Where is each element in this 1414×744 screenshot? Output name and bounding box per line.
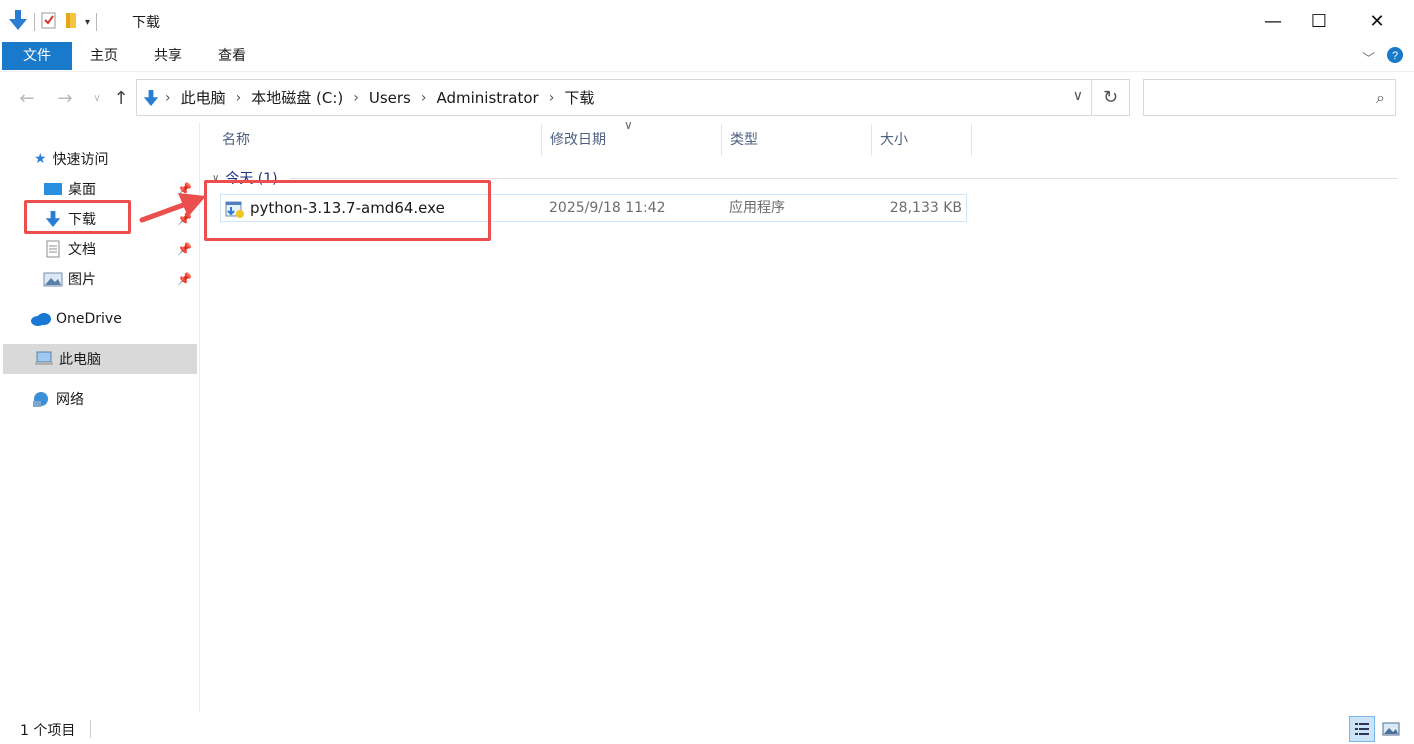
nav-onedrive-label: OneDrive xyxy=(56,311,122,327)
breadcrumb-local-disk[interactable]: 本地磁盘 (C:) xyxy=(247,87,347,108)
maximize-icon: ☐ xyxy=(1310,10,1328,32)
nav-this-pc-label: 此电脑 xyxy=(59,352,101,368)
expand-ribbon-icon[interactable]: ﹀ xyxy=(1362,48,1375,67)
tab-view[interactable]: 查看 xyxy=(202,42,262,70)
customize-toolbar-dropdown-icon[interactable]: ▾ xyxy=(85,17,90,28)
up-button[interactable]: ↑ xyxy=(108,84,134,112)
star-icon: ★ xyxy=(34,151,47,167)
details-view-button[interactable] xyxy=(1349,716,1375,742)
column-header-type[interactable]: 类型 xyxy=(722,124,872,156)
file-modified: 2025/9/18 11:42 xyxy=(549,200,666,216)
properties-icon[interactable] xyxy=(41,11,57,33)
onedrive-cloud-icon xyxy=(30,312,52,326)
pictures-icon xyxy=(42,272,64,287)
pin-icon[interactable]: 📌 xyxy=(177,242,192,256)
document-icon xyxy=(42,240,64,258)
nav-item-pictures[interactable]: 图片 📌 xyxy=(42,264,196,294)
chevron-down-icon: ∨ xyxy=(93,92,101,104)
desktop-icon xyxy=(42,182,64,196)
quick-access-toolbar: ▾ xyxy=(8,9,98,35)
download-arrow-icon xyxy=(137,89,159,107)
back-arrow-icon: ← xyxy=(19,87,35,109)
status-separator xyxy=(90,720,91,738)
details-view-icon xyxy=(1355,723,1369,735)
breadcrumb-chevron-icon[interactable]: › xyxy=(415,90,433,106)
toolbar-separator xyxy=(34,13,35,31)
new-folder-icon[interactable] xyxy=(63,11,79,33)
nav-quick-access[interactable]: ★ 快速访问 xyxy=(34,144,194,174)
nav-onedrive[interactable]: OneDrive xyxy=(30,304,196,334)
refresh-button[interactable]: ↻ xyxy=(1092,79,1130,116)
breadcrumb-chevron-icon[interactable]: › xyxy=(543,90,561,106)
up-arrow-icon: ↑ xyxy=(113,87,129,109)
ribbon: 文件 主页 共享 查看 ﹀ ? xyxy=(0,42,1414,72)
breadcrumb-users[interactable]: Users xyxy=(365,89,415,107)
group-divider xyxy=(290,178,1398,179)
nav-item-label: 图片 xyxy=(68,272,96,288)
back-button[interactable]: ← xyxy=(14,84,40,112)
breadcrumb-this-pc[interactable]: 此电脑 xyxy=(177,87,230,108)
help-icon[interactable]: ? xyxy=(1386,46,1404,68)
annotation-highlight-downloads xyxy=(24,200,131,234)
close-button[interactable]: ✕ xyxy=(1354,0,1400,42)
tab-file[interactable]: 文件 xyxy=(2,42,72,70)
forward-button[interactable]: → xyxy=(52,84,78,112)
item-count: 1 个项目 xyxy=(20,723,76,739)
forward-arrow-icon: → xyxy=(57,87,73,109)
annotation-highlight-file xyxy=(204,180,491,241)
file-type: 应用程序 xyxy=(729,200,785,216)
address-history-dropdown-icon[interactable]: ∨ xyxy=(1073,88,1083,104)
file-size: 28,133 KB xyxy=(889,200,962,216)
close-icon: ✕ xyxy=(1369,10,1385,32)
download-arrow-icon xyxy=(8,9,28,35)
minimize-button[interactable]: — xyxy=(1250,0,1296,42)
window-title: 下载 xyxy=(132,15,160,31)
breadcrumb-chevron-icon[interactable]: › xyxy=(347,90,365,106)
breadcrumb-administrator[interactable]: Administrator xyxy=(432,89,542,107)
breadcrumb-chevron-icon[interactable]: › xyxy=(159,90,177,106)
nav-quick-access-label: 快速访问 xyxy=(52,152,109,168)
column-header-size[interactable]: 大小 xyxy=(872,124,972,156)
title-bar: ▾ 下载 — ☐ ✕ xyxy=(0,0,1414,42)
toolbar-separator xyxy=(96,13,98,31)
svg-text:?: ? xyxy=(1392,50,1398,62)
maximize-button[interactable]: ☐ xyxy=(1296,0,1342,42)
column-header-name[interactable]: 名称 xyxy=(214,124,542,156)
tab-home[interactable]: 主页 xyxy=(74,42,134,70)
search-icon: ⌕ xyxy=(1376,88,1385,107)
nav-network[interactable]: 网络 xyxy=(30,384,196,414)
tab-share[interactable]: 共享 xyxy=(138,42,198,70)
computer-icon xyxy=(33,351,55,367)
search-box[interactable]: ⌕ xyxy=(1143,79,1396,116)
nav-item-documents[interactable]: 文档 📌 xyxy=(42,234,196,264)
annotation-arrow-icon xyxy=(139,193,206,223)
column-header-modified[interactable]: 修改日期 xyxy=(542,124,722,156)
address-bar[interactable]: › 此电脑 › 本地磁盘 (C:) › Users › Administrato… xyxy=(136,79,1092,116)
nav-item-label: 桌面 xyxy=(68,182,96,198)
breadcrumb-chevron-icon[interactable]: › xyxy=(230,90,248,106)
refresh-icon: ↻ xyxy=(1102,87,1119,108)
status-bar: 1 个项目 xyxy=(0,714,1414,744)
nav-item-label: 文档 xyxy=(68,242,96,258)
network-icon xyxy=(30,390,52,408)
large-icons-view-button[interactable] xyxy=(1378,716,1404,742)
pin-icon[interactable]: 📌 xyxy=(177,272,192,286)
explorer-window: ▾ 下载 — ☐ ✕ 文件 主页 共享 查看 ﹀ ? ← → ∨ ↑ › 此电脑… xyxy=(0,0,1414,744)
large-icons-view-icon xyxy=(1382,722,1400,736)
breadcrumb-downloads[interactable]: 下载 xyxy=(560,87,598,108)
nav-this-pc[interactable]: 此电脑 xyxy=(3,344,197,374)
recent-locations-button[interactable]: ∨ xyxy=(84,84,110,112)
nav-network-label: 网络 xyxy=(56,392,84,408)
minimize-icon: — xyxy=(1264,10,1282,32)
